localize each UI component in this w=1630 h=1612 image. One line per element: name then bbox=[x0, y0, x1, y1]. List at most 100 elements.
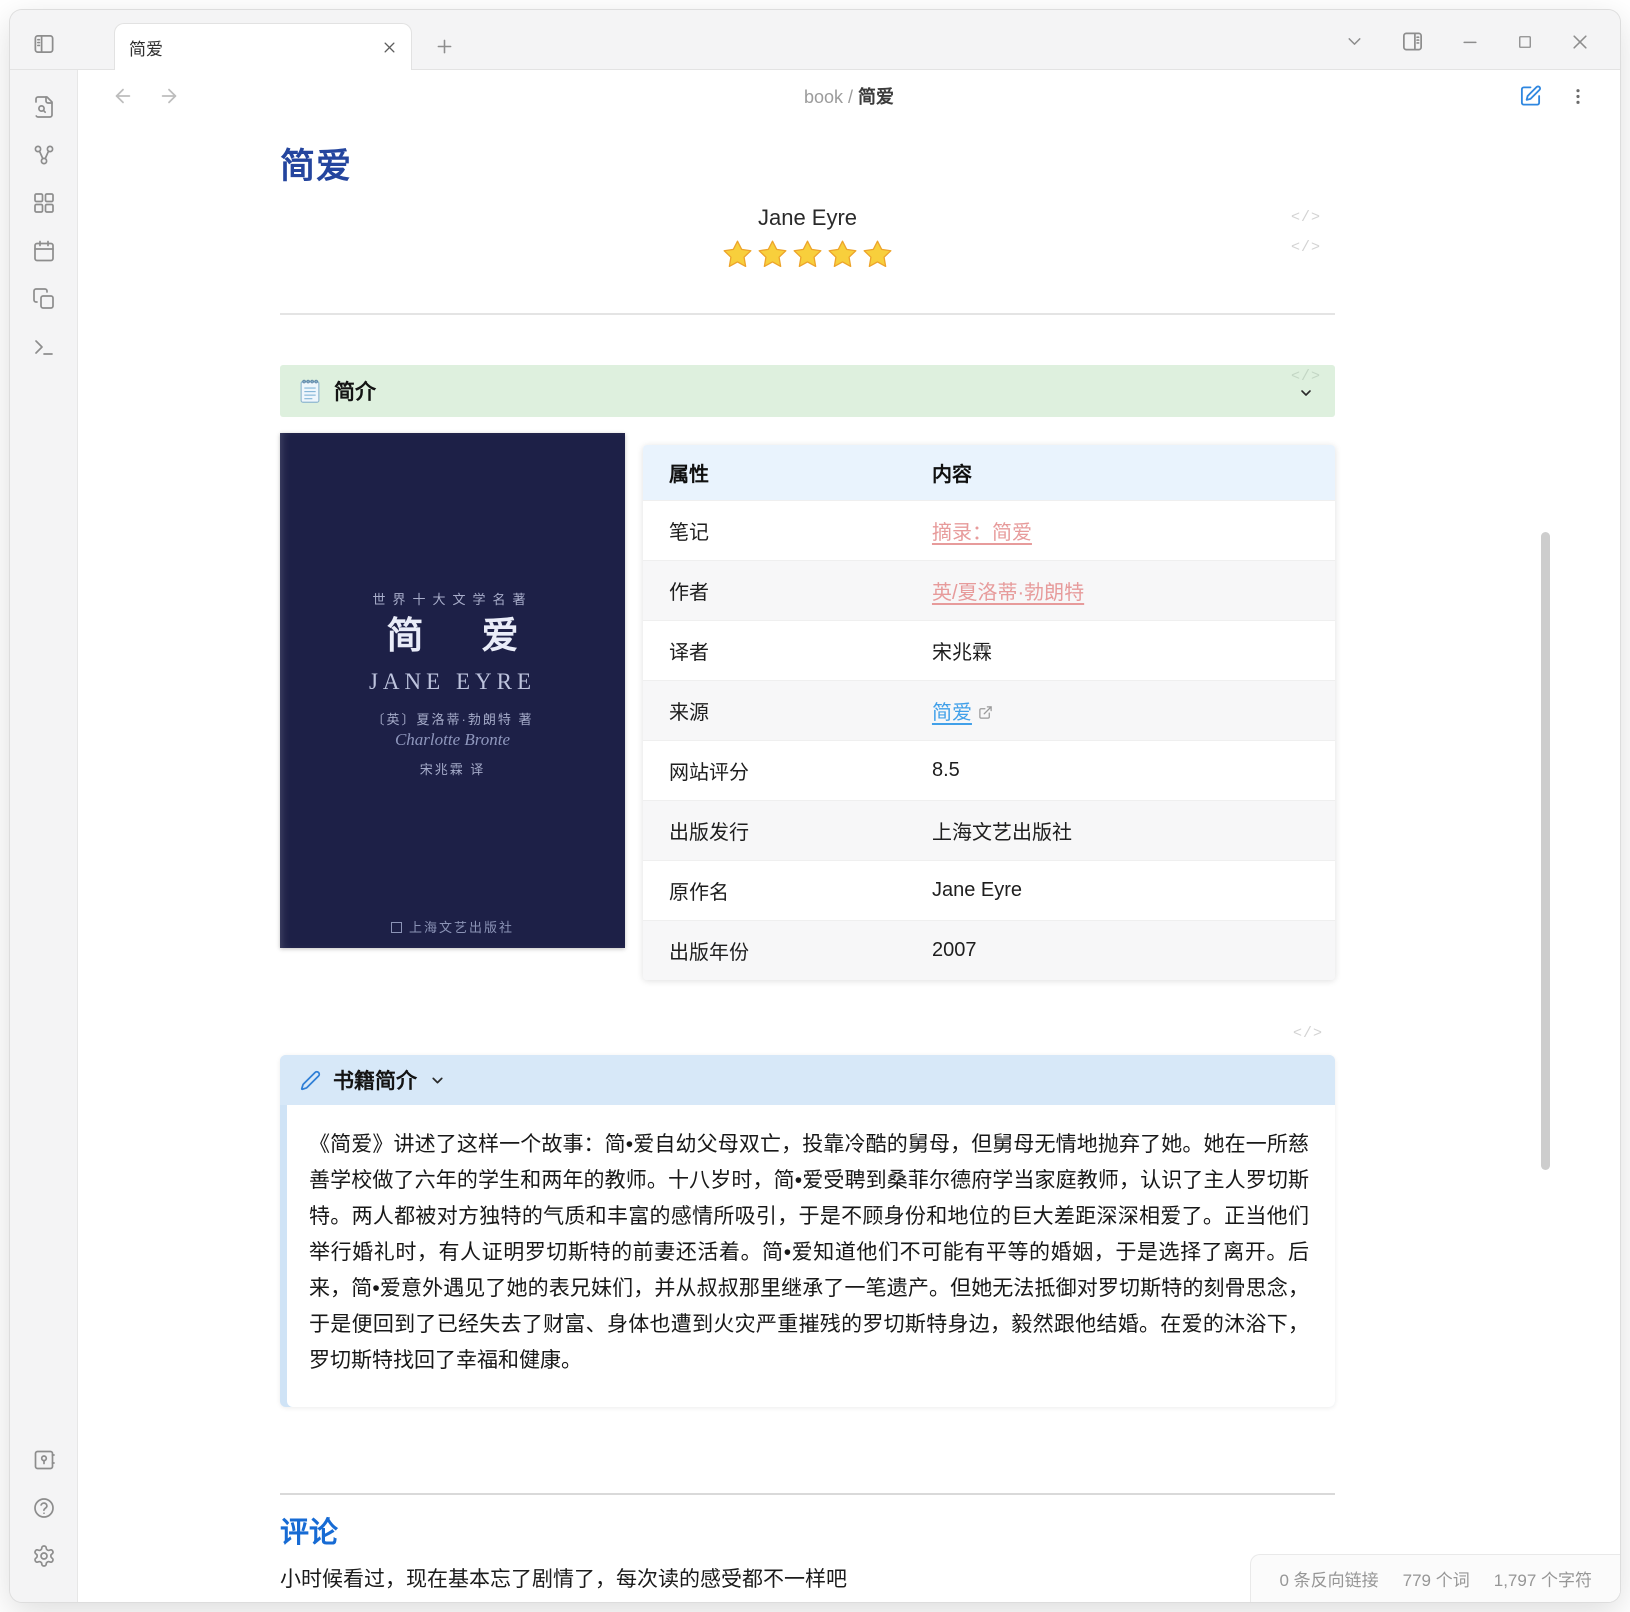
status-bar: 0 条反向链接 779 个词 1,797 个字符 bbox=[1250, 1554, 1620, 1602]
callout-header[interactable]: 书籍简介 bbox=[280, 1055, 1335, 1105]
code-block-edit-icon[interactable]: </> bbox=[1291, 209, 1321, 226]
section-header-intro[interactable]: 简介 </> bbox=[280, 365, 1335, 417]
internal-link[interactable]: 英/夏洛蒂·勃朗特 bbox=[932, 582, 1084, 604]
main-pane: book / 简爱 简爱 Jane Eyre bbox=[78, 70, 1620, 1602]
canvas-grid-icon[interactable] bbox=[32, 191, 56, 215]
row-value: 英/夏洛蒂·勃朗特 bbox=[906, 561, 1335, 621]
right-sidebar-toggle-icon[interactable] bbox=[1401, 30, 1424, 53]
left-sidebar-toggle-icon[interactable] bbox=[33, 33, 56, 56]
cover-translator: 宋兆霖 译 bbox=[280, 759, 625, 778]
tab-close-icon[interactable] bbox=[382, 40, 397, 55]
callout-body: 《简爱》讲述了这样一个故事：简•爱自幼父母双亡，投靠冷酷的舅母，但舅母无情地抛弃… bbox=[287, 1105, 1335, 1407]
vault-switcher-icon[interactable] bbox=[32, 1448, 56, 1472]
close-window-icon[interactable] bbox=[1570, 32, 1590, 52]
breadcrumb-current[interactable]: 简爱 bbox=[858, 87, 894, 107]
infobox-header-key: 属性 bbox=[643, 445, 906, 501]
scrollbar-thumb[interactable] bbox=[1541, 532, 1550, 1170]
view-header: book / 简爱 bbox=[78, 70, 1620, 122]
star-icon bbox=[757, 239, 788, 270]
row-key: 来源 bbox=[643, 681, 906, 741]
collapse-chevron-icon[interactable] bbox=[1298, 385, 1314, 401]
comments-heading: 评论 bbox=[280, 1509, 1335, 1551]
external-link[interactable]: 简爱 bbox=[932, 702, 972, 724]
note-scroll-area: 简爱 Jane Eyre </> </> 简介 bbox=[78, 122, 1620, 1602]
table-row: 来源 简爱 bbox=[643, 681, 1335, 741]
internal-link[interactable]: 摘录：简爱 bbox=[932, 522, 1032, 544]
table-row: 出版发行上海文艺出版社 bbox=[643, 801, 1335, 861]
minimize-icon[interactable] bbox=[1460, 32, 1480, 52]
row-value: 2007 bbox=[906, 921, 1335, 981]
tab-jane-eyre[interactable]: 简爱 bbox=[114, 23, 412, 70]
book-infobox-table: 属性 内容 笔记 摘录：简爱作者 英/夏洛蒂·勃朗特译者宋兆霖来源 简爱网站评分8.5… bbox=[643, 445, 1335, 980]
row-value: Jane Eyre bbox=[906, 861, 1335, 921]
publisher-logo bbox=[391, 922, 402, 933]
word-count: 779 个词 bbox=[1403, 1566, 1470, 1591]
cover-title-en: JANE EYRE bbox=[280, 669, 625, 695]
new-tab-button[interactable] bbox=[434, 36, 455, 57]
breadcrumb-folder[interactable]: book bbox=[804, 87, 843, 107]
row-key: 出版发行 bbox=[643, 801, 906, 861]
pencil-icon bbox=[300, 1070, 321, 1091]
comment-text: 小时候看过，现在基本忘了剧情了，每次读的感受都不一样吧 bbox=[280, 1563, 1335, 1593]
row-key: 出版年份 bbox=[643, 921, 906, 981]
section-intro-label: 简介 bbox=[334, 376, 376, 406]
table-row: 原作名Jane Eyre bbox=[643, 861, 1335, 921]
divider bbox=[280, 313, 1335, 315]
tab-list-chevron-icon[interactable] bbox=[1344, 31, 1365, 52]
book-summary-text: 《简爱》讲述了这样一个故事：简•爱自幼父母双亡，投靠冷酷的舅母，但舅母无情地抛弃… bbox=[309, 1127, 1309, 1379]
callout-title: 书籍简介 bbox=[333, 1065, 417, 1095]
table-row: 出版年份2007 bbox=[643, 921, 1335, 981]
row-key: 原作名 bbox=[643, 861, 906, 921]
subtitle-text: Jane Eyre bbox=[758, 205, 857, 230]
book-cover-image[interactable]: 世界十大文学名著 简爱 JANE EYRE 〔英〕夏洛蒂·勃朗特 著 Charl… bbox=[280, 433, 625, 948]
row-value: 上海文艺出版社 bbox=[906, 801, 1335, 861]
cover-publisher: 上海文艺出版社 bbox=[280, 917, 625, 936]
help-icon[interactable] bbox=[32, 1496, 56, 1520]
infobox-body: 笔记 摘录：简爱作者 英/夏洛蒂·勃朗特译者宋兆霖来源 简爱网站评分8.5出版发行上海… bbox=[643, 501, 1335, 981]
file-search-icon[interactable] bbox=[32, 95, 56, 119]
edit-mode-icon[interactable] bbox=[1519, 85, 1542, 108]
settings-gear-icon[interactable] bbox=[32, 1544, 56, 1568]
tab-title: 简爱 bbox=[129, 35, 382, 60]
calendar-icon[interactable] bbox=[32, 239, 56, 263]
subtitle-row: Jane Eyre </> bbox=[280, 205, 1335, 231]
callout-collapse-chevron-icon[interactable] bbox=[429, 1072, 446, 1089]
tab-bar: 简爱 bbox=[10, 10, 1620, 70]
code-block-edit-icon[interactable]: </> bbox=[1291, 239, 1321, 256]
row-key: 作者 bbox=[643, 561, 906, 621]
code-block-edit-icon[interactable]: </> bbox=[1293, 1025, 1323, 1042]
table-row: 作者 英/夏洛蒂·勃朗特 bbox=[643, 561, 1335, 621]
row-value: 8.5 bbox=[906, 741, 1335, 801]
window-controls bbox=[1344, 30, 1590, 53]
left-ribbon bbox=[10, 70, 78, 1602]
page-title: 简爱 bbox=[280, 138, 1335, 189]
row-value: 简爱 bbox=[906, 681, 1335, 741]
table-row: 网站评分8.5 bbox=[643, 741, 1335, 801]
star-icon bbox=[722, 239, 753, 270]
row-key: 笔记 bbox=[643, 501, 906, 561]
app-window: 简爱 bbox=[10, 10, 1620, 1602]
terminal-icon[interactable] bbox=[32, 335, 56, 359]
row-key: 网站评分 bbox=[643, 741, 906, 801]
graph-view-icon[interactable] bbox=[32, 143, 56, 167]
maximize-icon[interactable] bbox=[1516, 33, 1534, 51]
breadcrumb-separator: / bbox=[848, 87, 853, 107]
char-count: 1,797 个字符 bbox=[1494, 1566, 1592, 1591]
star-icon bbox=[827, 239, 858, 270]
templates-copy-icon[interactable] bbox=[32, 287, 56, 311]
intro-section: 世界十大文学名著 简爱 JANE EYRE 〔英〕夏洛蒂·勃朗特 著 Charl… bbox=[280, 433, 1335, 980]
divider bbox=[280, 1493, 1335, 1495]
infobox-header-value: 内容 bbox=[906, 445, 1335, 501]
more-options-icon[interactable] bbox=[1568, 86, 1588, 106]
row-value: 摘录：简爱 bbox=[906, 501, 1335, 561]
code-block-edit-icon[interactable]: </> bbox=[1291, 368, 1321, 385]
table-row: 笔记 摘录：简爱 bbox=[643, 501, 1335, 561]
star-icon bbox=[792, 239, 823, 270]
table-row: 译者宋兆霖 bbox=[643, 621, 1335, 681]
cover-author-cn: 〔英〕夏洛蒂·勃朗特 著 bbox=[280, 709, 625, 728]
external-link-icon bbox=[972, 702, 993, 724]
row-value: 宋兆霖 bbox=[906, 621, 1335, 681]
book-summary-callout: </> 书籍简介 《简爱》讲述了这样一个故事：简•爱自幼父母双亡，投靠冷酷的舅 bbox=[280, 1055, 1335, 1407]
backlinks-count[interactable]: 0 条反向链接 bbox=[1279, 1566, 1378, 1591]
star-icon bbox=[862, 239, 893, 270]
